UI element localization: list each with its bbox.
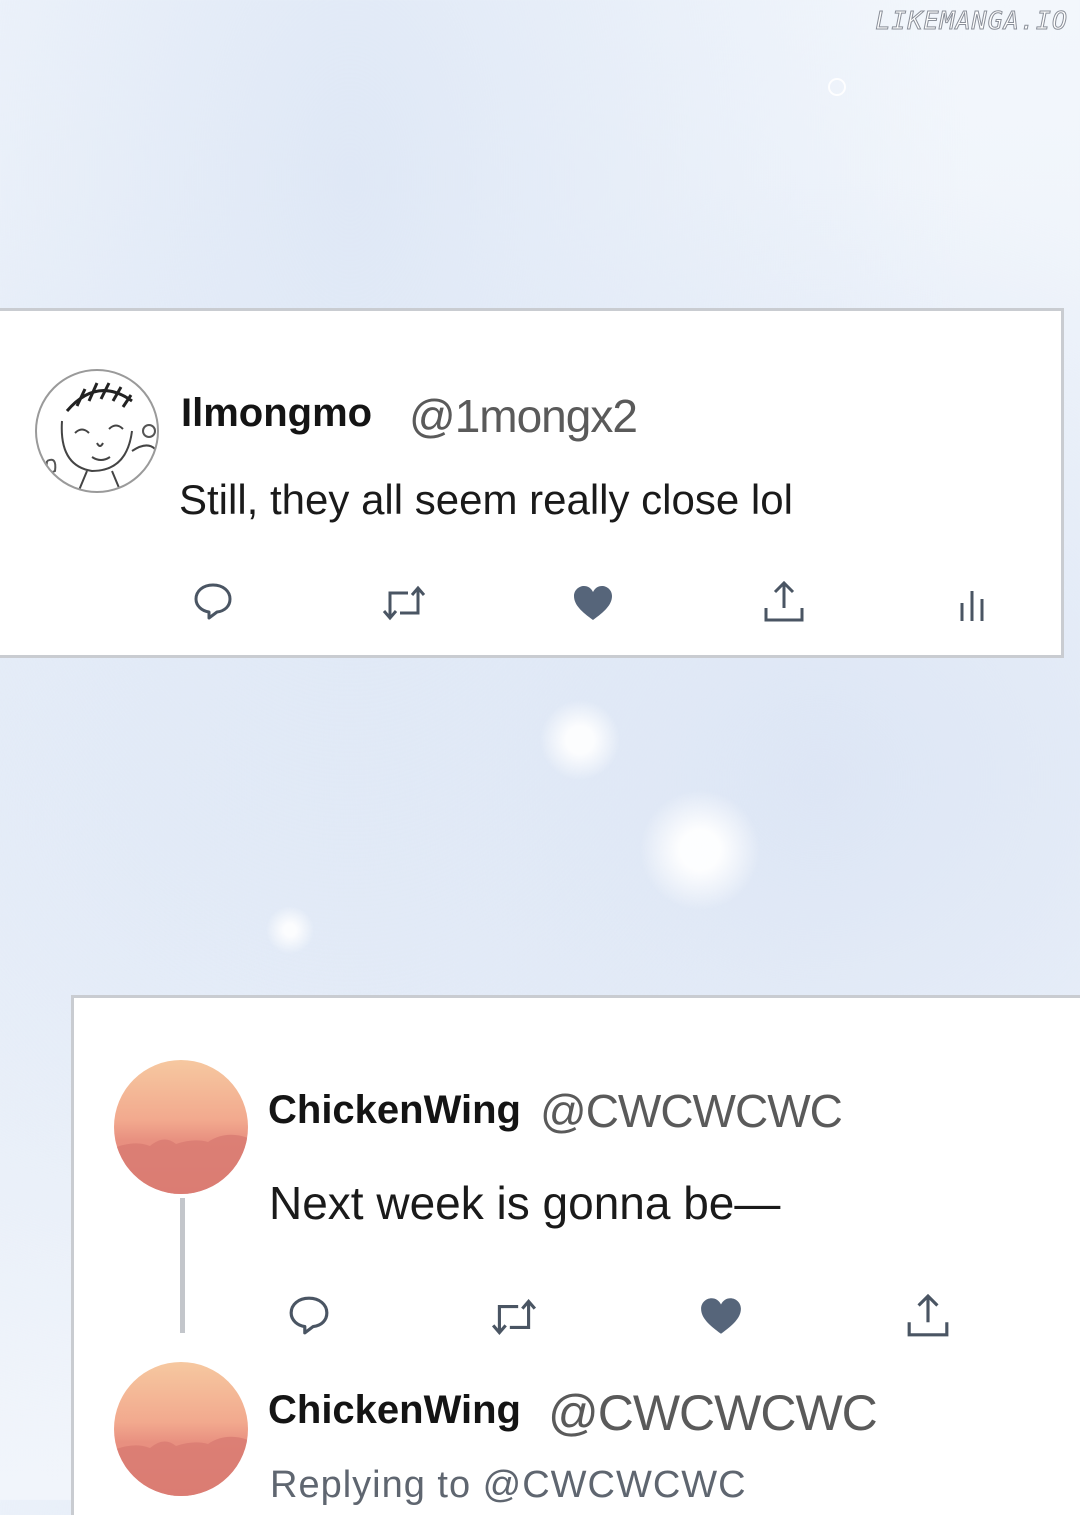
tweet-text: Next week is gonna be— (269, 1177, 781, 1229)
share-icon (764, 580, 804, 622)
tweet-author-handle[interactable]: @CWCWCWC (548, 1384, 878, 1442)
sparkle-decoration (828, 78, 846, 96)
tweet-author-handle[interactable]: @CWCWCWC (540, 1084, 843, 1138)
sunset-avatar-icon (114, 1134, 248, 1194)
reply-button[interactable] (191, 579, 235, 623)
reply-icon (194, 583, 232, 620)
thread-connector-line (180, 1198, 185, 1333)
tweet-thread-card[interactable]: ChickenWing @CWCWCWC Next week is gonna … (71, 995, 1080, 1515)
retweet-icon (382, 585, 426, 621)
analytics-icon (960, 591, 984, 621)
reply-button[interactable] (286, 1292, 332, 1338)
retweet-icon (491, 1298, 537, 1336)
avatar[interactable] (114, 1060, 248, 1194)
retweet-button[interactable] (488, 1294, 540, 1340)
tweet-card[interactable]: Ilmongmo @1mongx2 Still, they all seem r… (0, 308, 1064, 658)
analytics-button[interactable] (957, 583, 987, 627)
tweet-author-handle[interactable]: @1mongx2 (409, 389, 638, 443)
avatar[interactable] (35, 369, 159, 493)
share-button[interactable] (761, 579, 807, 625)
like-button[interactable] (698, 1294, 744, 1338)
retweet-button[interactable] (379, 581, 429, 625)
sunset-avatar-icon (114, 1436, 248, 1496)
reply-icon (289, 1296, 329, 1335)
avatar[interactable] (114, 1362, 248, 1496)
tweet-author-name[interactable]: ChickenWing (268, 1388, 521, 1433)
like-icon (574, 586, 612, 620)
share-button[interactable] (904, 1292, 952, 1340)
tweet-author-name[interactable]: Ilmongmo (181, 391, 372, 436)
sketch-avatar-icon (45, 382, 156, 491)
tweet-text: Still, they all seem really close lol (179, 476, 793, 523)
share-icon (907, 1293, 949, 1337)
replying-to-label[interactable]: Replying to @CWCWCWC (270, 1464, 747, 1507)
watermark: LIKEMANGA.IO (875, 6, 1068, 36)
like-button[interactable] (571, 581, 615, 625)
tweet-author-name[interactable]: ChickenWing (268, 1088, 521, 1133)
like-icon (701, 1298, 741, 1334)
